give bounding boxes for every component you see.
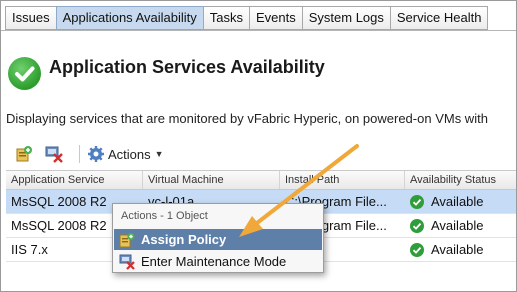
available-check-icon: [410, 218, 424, 233]
tab-bar: Issues Applications Availability Tasks E…: [5, 6, 489, 30]
page-description: Displaying services that are monitored b…: [6, 111, 488, 126]
tab-system-logs[interactable]: System Logs: [301, 6, 391, 30]
success-check-icon: [8, 57, 41, 90]
menu-item-assign-policy[interactable]: Assign Policy: [114, 229, 322, 250]
maintenance-mode-icon[interactable]: [45, 145, 63, 163]
gear-icon: [88, 146, 104, 162]
menu-item-label: Enter Maintenance Mode: [141, 254, 287, 269]
status-text: Available: [431, 194, 484, 209]
tab-service-health[interactable]: Service Health: [389, 6, 489, 30]
maintenance-mode-icon: [119, 254, 135, 270]
cell-status: Available: [405, 190, 516, 213]
toolbar-separator: [79, 145, 80, 163]
assign-policy-icon: [119, 232, 135, 247]
column-header-install-path[interactable]: Install Path: [280, 171, 405, 189]
column-header-virtual-machine[interactable]: Virtual Machine: [143, 171, 280, 189]
status-text: Available: [431, 218, 484, 233]
tab-applications-availability[interactable]: Applications Availability: [55, 6, 204, 30]
assign-policy-icon[interactable]: [15, 145, 33, 163]
context-menu-header: Actions - 1 Object: [121, 210, 208, 222]
status-text: Available: [431, 242, 484, 257]
menu-item-label: Assign Policy: [141, 232, 227, 247]
available-check-icon: [410, 242, 424, 257]
column-header-availability-status[interactable]: Availability Status: [405, 171, 516, 189]
actions-label: Actions: [108, 146, 151, 162]
available-check-icon: [410, 194, 424, 209]
context-menu: Actions - 1 Object Assign Policy Enter M…: [112, 203, 324, 273]
tab-divider: [1, 30, 516, 31]
app-window: Issues Applications Availability Tasks E…: [0, 0, 517, 292]
table-header: Application Service Virtual Machine Inst…: [6, 170, 516, 190]
cell-status: Available: [405, 238, 516, 261]
tab-tasks[interactable]: Tasks: [202, 6, 250, 30]
menu-item-enter-maintenance-mode[interactable]: Enter Maintenance Mode: [114, 251, 322, 272]
tab-events[interactable]: Events: [248, 6, 303, 30]
page-title: Application Services Availability: [49, 57, 325, 77]
tab-issues[interactable]: Issues: [5, 6, 57, 30]
cell-status: Available: [405, 214, 516, 237]
column-header-application-service[interactable]: Application Service: [6, 171, 143, 189]
actions-button[interactable]: Actions ▼: [87, 144, 164, 164]
chevron-down-icon: ▼: [154, 149, 164, 159]
